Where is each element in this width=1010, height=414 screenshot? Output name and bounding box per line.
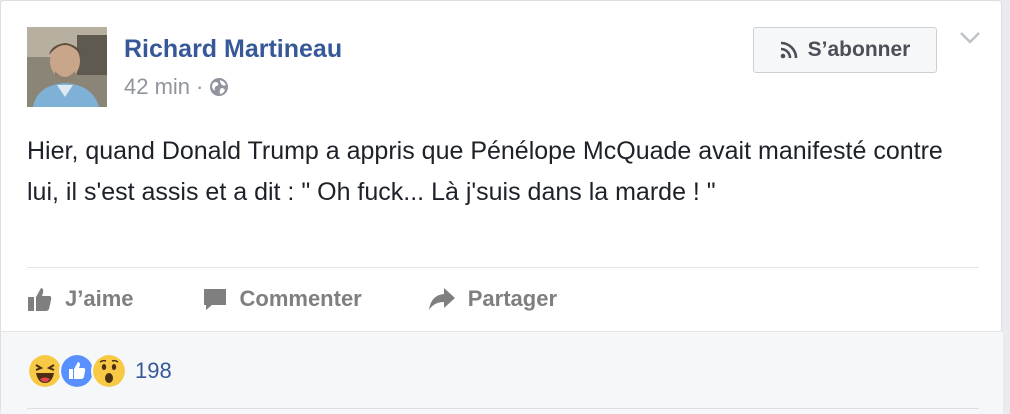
divider (27, 408, 979, 409)
thumbs-up-icon (28, 288, 52, 311)
share-button[interactable]: Partager (428, 286, 557, 312)
comment-button[interactable]: Commenter (202, 286, 362, 312)
reactions-summary[interactable]: 198 (27, 353, 172, 389)
subscribe-label: S’abonner (807, 38, 911, 61)
comment-label: Commenter (239, 286, 362, 311)
wow-icon (91, 353, 127, 389)
rss-icon (780, 41, 797, 59)
reactions-footer: 198 (1, 331, 1003, 414)
like-icon (59, 353, 95, 389)
divider (27, 267, 979, 268)
action-bar: J’aime Commenter Partager (27, 278, 557, 320)
post-text: Hier, quand Donald Trump a appris que Pé… (27, 137, 943, 206)
like-button[interactable]: J’aime (27, 286, 134, 312)
subscribe-button[interactable]: S’abonner (753, 27, 937, 73)
chevron-down-icon[interactable] (959, 31, 981, 45)
post-card: Richard Martineau 42 min · S’abonner Hie… (0, 0, 1003, 414)
avatar[interactable] (27, 27, 107, 107)
like-label: J’aime (65, 286, 134, 311)
globe-icon (210, 78, 229, 96)
share-icon (428, 288, 455, 310)
comment-icon (203, 289, 226, 310)
author-name[interactable]: Richard Martineau (124, 35, 342, 64)
post-meta: 42 min · (124, 74, 229, 100)
reaction-count[interactable]: 198 (135, 358, 172, 384)
share-label: Partager (467, 286, 558, 311)
post-time[interactable]: 42 min (124, 74, 190, 100)
haha-icon (27, 353, 63, 389)
meta-separator: · (196, 74, 204, 99)
